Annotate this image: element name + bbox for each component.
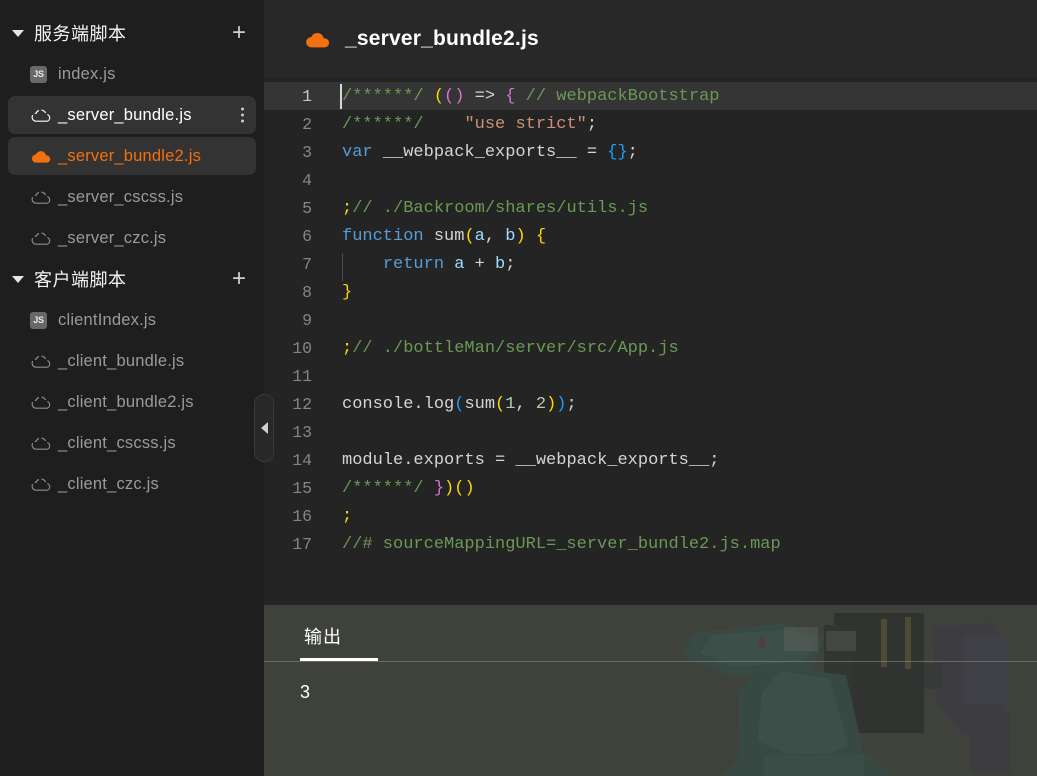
file-item-clientindex-js[interactable]: JS clientIndex.js — [8, 301, 256, 339]
editor-header: _server_bundle2.js — [264, 0, 1037, 78]
file-item-client-bundle2-js[interactable]: _client_bundle2.js — [8, 383, 256, 421]
output-tabs: 输出 — [264, 605, 1037, 661]
line-number: 10 — [292, 338, 312, 358]
code-line[interactable]: 13 — [264, 418, 1037, 446]
line-content: /******/ "use strict"; — [342, 114, 598, 134]
section-header-server-scripts[interactable]: 服务端脚本 + — [0, 14, 264, 52]
code-line[interactable]: 17 //# sourceMappingURL=_server_bundle2.… — [264, 530, 1037, 558]
file-label: _server_bundle2.js — [58, 146, 202, 165]
line-content: function sum(a, b) { — [342, 226, 547, 246]
add-client-script-button[interactable]: + — [228, 267, 250, 291]
code-line[interactable]: 6 function sum(a, b) { — [264, 222, 1037, 250]
line-content: console.log(sum(1, 2)); — [342, 394, 577, 414]
line-number: 2 — [302, 114, 312, 134]
collapse-sidebar-icon[interactable] — [254, 394, 274, 462]
caret-down-icon[interactable] — [12, 29, 24, 37]
output-panel: 输出 3 — [264, 605, 1037, 776]
file-item-server-czc-js[interactable]: _server_czc.js — [8, 219, 256, 257]
file-item-client-czc-js[interactable]: _client_czc.js — [8, 465, 256, 503]
code-line[interactable]: 1 /******/ (() => { // webpackBootstrap — [264, 82, 1037, 110]
line-number: 3 — [302, 142, 312, 162]
line-content: ;// ./bottleMan/server/src/App.js — [342, 338, 679, 358]
section-header-client-scripts[interactable]: 客户端脚本 + — [0, 260, 264, 298]
line-content: var __webpack_exports__ = {}; — [342, 142, 638, 162]
line-content: /******/ })() — [342, 478, 475, 498]
line-content: //# sourceMappingURL=_server_bundle2.js.… — [342, 534, 781, 554]
cloud-outline-icon — [30, 353, 58, 369]
file-item-server-bundle-js[interactable]: _server_bundle.js — [8, 96, 256, 134]
cloud-outline-icon — [30, 189, 58, 205]
file-item-client-cscss-js[interactable]: _client_cscss.js — [8, 424, 256, 462]
cloud-filled-icon — [306, 32, 330, 48]
code-line[interactable]: 3 var __webpack_exports__ = {}; — [264, 138, 1037, 166]
file-label: _client_czc.js — [58, 474, 159, 493]
js-file-icon: JS — [30, 65, 58, 83]
code-line[interactable]: 9 — [264, 306, 1037, 334]
line-content: ;// ./Backroom/shares/utils.js — [342, 198, 649, 218]
file-label: index.js — [58, 64, 116, 83]
file-item-server-bundle2-js[interactable]: _server_bundle2.js — [8, 137, 256, 175]
editor-main: _server_bundle2.js 1 /******/ (() => { /… — [264, 0, 1037, 776]
line-content: ; — [342, 506, 353, 526]
code-line[interactable]: 5 ;// ./Backroom/shares/utils.js — [264, 194, 1037, 222]
output-body: 3 — [264, 662, 1037, 703]
line-number: 7 — [302, 254, 312, 274]
line-number: 9 — [302, 310, 312, 330]
cloud-outline-icon — [30, 394, 58, 410]
more-options-icon[interactable] — [241, 107, 244, 123]
file-label: _server_czc.js — [58, 228, 167, 247]
cloud-outline-icon — [30, 107, 58, 123]
section-title-client-scripts: 客户端脚本 — [34, 270, 127, 290]
tab-output[interactable]: 输出 — [300, 623, 346, 661]
code-line[interactable]: 4 — [264, 166, 1037, 194]
line-content: /******/ (() => { // webpackBootstrap — [330, 83, 720, 109]
cloud-outline-icon — [30, 230, 58, 246]
file-label: clientIndex.js — [58, 310, 157, 329]
line-number: 6 — [302, 226, 312, 246]
page-title: _server_bundle2.js — [345, 27, 539, 50]
code-editor[interactable]: 1 /******/ (() => { // webpackBootstrap … — [264, 78, 1037, 605]
code-line[interactable]: 12 console.log(sum(1, 2)); — [264, 390, 1037, 418]
js-file-icon: JS — [30, 311, 58, 329]
line-number: 4 — [302, 170, 312, 190]
line-number: 8 — [302, 282, 312, 302]
file-label: _server_cscss.js — [58, 187, 184, 206]
add-server-script-button[interactable]: + — [228, 21, 250, 45]
section-title-server-scripts: 服务端脚本 — [34, 24, 127, 44]
code-line[interactable]: 15 /******/ })() — [264, 474, 1037, 502]
file-item-client-bundle-js[interactable]: _client_bundle.js — [8, 342, 256, 380]
line-content: } — [342, 282, 353, 302]
line-content: module.exports = __webpack_exports__; — [342, 450, 720, 470]
line-number: 17 — [292, 534, 312, 554]
line-number: 1 — [302, 86, 312, 106]
file-label: _client_cscss.js — [58, 433, 176, 452]
file-explorer-sidebar: 服务端脚本 + JS index.js _server_bundle.js _s… — [0, 0, 274, 776]
code-line[interactable]: 11 — [264, 362, 1037, 390]
cloud-filled-icon — [30, 148, 58, 164]
file-item-index-js[interactable]: JS index.js — [8, 55, 256, 93]
cloud-outline-icon — [30, 476, 58, 492]
line-number: 5 — [302, 198, 312, 218]
code-line[interactable]: 8 } — [264, 278, 1037, 306]
line-number: 15 — [292, 478, 312, 498]
code-line[interactable]: 16 ; — [264, 502, 1037, 530]
caret-down-icon[interactable] — [12, 275, 24, 283]
cloud-outline-icon — [30, 435, 58, 451]
output-console-text: 3 — [300, 682, 311, 702]
code-line[interactable]: 2 /******/ "use strict"; — [264, 110, 1037, 138]
line-number: 11 — [292, 366, 312, 386]
file-label: _server_bundle.js — [58, 105, 192, 124]
code-line[interactable]: 14 module.exports = __webpack_exports__; — [264, 446, 1037, 474]
app-root: 服务端脚本 + JS index.js _server_bundle.js _s… — [0, 0, 1037, 776]
file-label: _client_bundle.js — [58, 351, 185, 370]
code-line[interactable]: 10 ;// ./bottleMan/server/src/App.js — [264, 334, 1037, 362]
file-label: _client_bundle2.js — [58, 392, 194, 411]
line-content: return a + b; — [330, 252, 515, 281]
code-line[interactable]: 7 return a + b; — [264, 250, 1037, 281]
file-item-server-cscss-js[interactable]: _server_cscss.js — [8, 178, 256, 216]
line-number: 16 — [292, 506, 312, 526]
